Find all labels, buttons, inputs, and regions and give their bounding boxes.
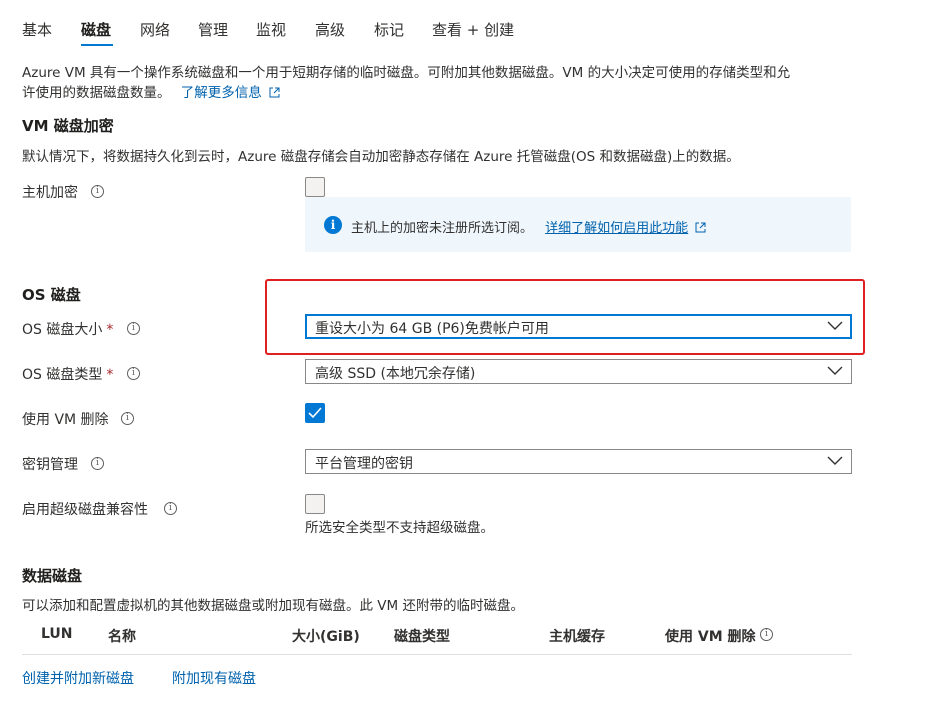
tab-advanced[interactable]: 高级 [315,19,345,40]
tab-bar: 基本 磁盘 网络 管理 监视 高级 标记 查看 + 创建 [0,0,948,48]
delete-with-vm-column-info-icon[interactable]: i [760,628,773,641]
ultra-disk-compat-info-icon[interactable]: i [164,502,177,515]
ultra-disk-compat-checkbox[interactable] [305,494,325,514]
column-header-name: 名称 [108,629,136,645]
os-disk-size-label-text: OS 磁盘大小 [22,322,103,338]
checkmark-icon [308,407,322,419]
os-disk-size-label: OS 磁盘大小 * [22,319,113,339]
tab-basics[interactable]: 基本 [22,19,52,40]
key-management-info-icon[interactable]: i [91,457,104,470]
column-header-lun: LUN [41,626,73,642]
required-asterisk: * [106,367,114,383]
delete-with-vm-info-icon[interactable]: i [121,412,134,425]
os-disk-size-select[interactable]: 重设大小为 64 GB (P6)免费帐户可用 [305,314,852,339]
tab-tags[interactable]: 标记 [374,19,404,40]
enable-feature-link[interactable]: 详细了解如何启用此功能 [545,221,688,236]
learn-more-link[interactable]: 了解更多信息 [181,85,262,101]
vm-disk-encryption-heading: VM 磁盘加密 [22,117,114,135]
tab-monitoring[interactable]: 监视 [256,19,286,40]
host-encryption-label: 主机加密 [22,185,78,201]
intro-text-line2-content: 许使用的数据磁盘数量。 [22,85,171,101]
chevron-down-icon [827,366,843,375]
os-disk-type-value: 高级 SSD (本地冗余存储) [315,366,476,382]
ultra-disk-note: 所选安全类型不支持超级磁盘。 [305,520,494,536]
os-disk-type-label-text: OS 磁盘类型 [22,367,103,383]
attach-existing-disk-link[interactable]: 附加现有磁盘 [172,668,256,688]
chevron-down-icon [827,456,843,465]
external-link-icon [269,87,280,98]
data-disks-description: 可以添加和配置虚拟机的其他数据磁盘或附加现有磁盘。此 VM 还附带的临时磁盘。 [22,598,524,614]
os-disk-size-value: 重设大小为 64 GB (P6)免费帐户可用 [315,321,549,337]
tab-review-create[interactable]: 查看 + 创建 [432,19,514,40]
encryption-info-text: 主机上的加密未注册所选订阅。 [351,221,534,236]
os-disk-type-select[interactable]: 高级 SSD (本地冗余存储) [305,359,852,384]
column-header-host-caching: 主机缓存 [549,629,605,645]
ultra-disk-compat-label: 启用超级磁盘兼容性 [22,502,148,518]
encryption-description: 默认情况下，将数据持久化到云时，Azure 磁盘存储会自动加密静态存储在 Azu… [22,149,740,165]
key-management-value: 平台管理的密钥 [315,456,413,472]
column-header-disk-type: 磁盘类型 [394,629,450,645]
data-disks-heading: 数据磁盘 [22,567,83,585]
tab-management[interactable]: 管理 [198,19,228,40]
os-disk-heading: OS 磁盘 [22,286,81,304]
delete-with-vm-checkbox[interactable] [305,403,325,423]
chevron-down-icon [827,321,843,330]
host-encryption-checkbox[interactable] [305,177,325,197]
intro-text-line2: 许使用的数据磁盘数量。 了解更多信息 [22,83,280,103]
info-icon: i [324,216,342,234]
key-management-label: 密钥管理 [22,457,78,473]
active-tab-indicator [81,44,113,46]
intro-text-line1: Azure VM 具有一个操作系统磁盘和一个用于短期存储的临时磁盘。可附加其他数… [22,65,791,81]
os-disk-type-info-icon[interactable]: i [127,367,140,380]
delete-with-vm-label: 使用 VM 删除 [22,412,109,428]
encryption-info-banner: i 主机上的加密未注册所选订阅。 详细了解如何启用此功能 [305,197,851,252]
host-encryption-info-icon[interactable]: i [91,185,104,198]
encryption-info-message: 主机上的加密未注册所选订阅。 详细了解如何启用此功能 [351,217,706,236]
tab-networking[interactable]: 网络 [140,19,170,40]
column-header-size: 大小(GiB) [292,629,360,645]
table-divider [22,654,852,655]
key-management-select[interactable]: 平台管理的密钥 [305,449,852,474]
os-disk-size-info-icon[interactable]: i [127,322,140,335]
create-attach-disk-link[interactable]: 创建并附加新磁盘 [22,668,134,688]
required-asterisk: * [106,322,114,338]
external-link-icon [695,222,706,233]
column-header-delete-with-vm: 使用 VM 删除 [665,629,756,645]
tab-disks[interactable]: 磁盘 [81,19,111,40]
os-disk-type-label: OS 磁盘类型 * [22,364,113,384]
